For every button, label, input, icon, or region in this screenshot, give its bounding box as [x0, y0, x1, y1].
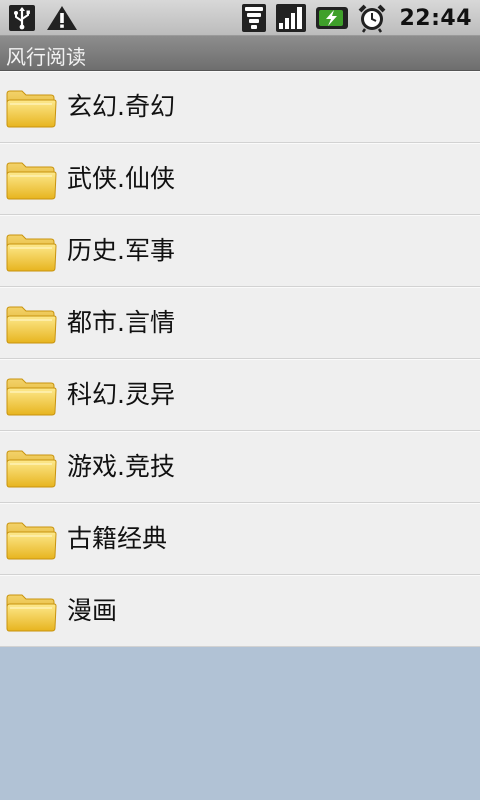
list-item-7[interactable]: 漫画 — [0, 575, 480, 647]
alarm-clock-icon — [359, 4, 386, 33]
usb-icon — [9, 5, 35, 31]
folder-icon — [6, 450, 57, 488]
list-item-6[interactable]: 古籍经典 — [0, 503, 480, 575]
folder-icon — [6, 594, 57, 632]
list-item-label: 历史.军事 — [67, 236, 175, 265]
list-item-2[interactable]: 历史.军事 — [0, 215, 480, 287]
folder-icon — [6, 378, 57, 416]
signal-icon — [276, 4, 307, 32]
list-item-label: 漫画 — [67, 596, 118, 625]
folder-icon — [6, 306, 57, 344]
wifi-icon — [242, 4, 267, 32]
list-item-0[interactable]: 玄幻.奇幻 — [0, 71, 480, 143]
battery-charging-icon — [316, 7, 349, 29]
list-item-label: 游戏.竞技 — [67, 452, 175, 481]
list-item-3[interactable]: 都市.言情 — [0, 287, 480, 359]
warning-icon — [47, 6, 77, 30]
folder-icon — [6, 162, 57, 200]
list-item-5[interactable]: 游戏.竞技 — [0, 431, 480, 503]
status-time: 22:44 — [399, 5, 472, 31]
category-list: 玄幻.奇幻 武侠.仙侠 历史.军事 都市.言情 科幻.灵异 游戏.竞技 古籍经典… — [0, 71, 480, 647]
list-item-4[interactable]: 科幻.灵异 — [0, 359, 480, 431]
status-bar: 22:44 — [0, 0, 480, 36]
list-item-label: 玄幻.奇幻 — [67, 92, 175, 121]
folder-icon — [6, 234, 57, 272]
folder-icon — [6, 522, 57, 560]
list-item-label: 古籍经典 — [67, 524, 168, 553]
list-item-label: 武侠.仙侠 — [67, 164, 175, 193]
list-item-label: 科幻.灵异 — [67, 380, 175, 409]
status-bar-left — [8, 3, 78, 33]
title-bar: 风行阅读 — [0, 36, 480, 71]
app-title: 风行阅读 — [6, 45, 86, 69]
folder-icon — [6, 90, 57, 128]
list-item-label: 都市.言情 — [67, 308, 175, 337]
list-item-1[interactable]: 武侠.仙侠 — [0, 143, 480, 215]
status-bar-right: 22:44 — [241, 3, 472, 33]
